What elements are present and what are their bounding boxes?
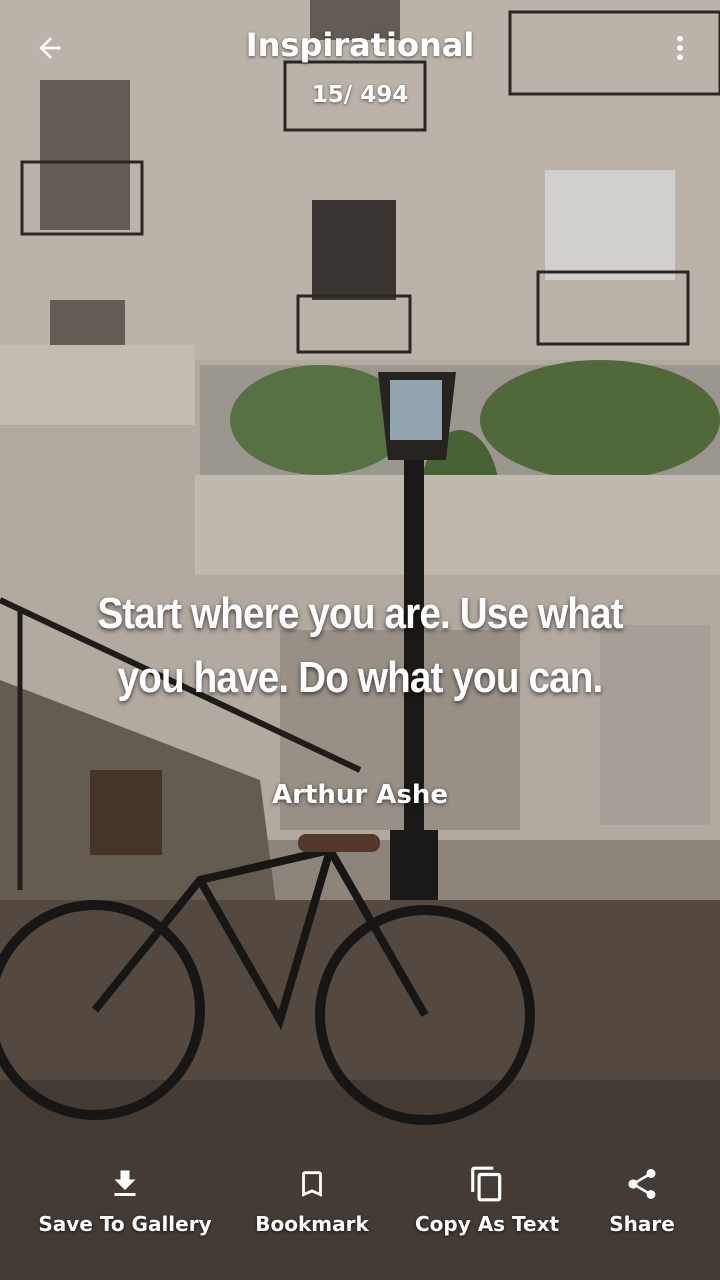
bookmark-button[interactable]: Bookmark — [255, 1160, 369, 1236]
bookmark-label: Bookmark — [255, 1212, 369, 1236]
category-title: Inspirational — [245, 26, 475, 64]
copy-icon — [471, 1166, 502, 1202]
more-options-button[interactable] — [658, 26, 702, 70]
top-bar: Inspirational 15/ 494 — [0, 0, 720, 120]
save-to-gallery-button[interactable]: Save To Gallery — [38, 1160, 212, 1236]
quote-screen: Inspirational 15/ 494 Start where you ar… — [0, 0, 720, 1280]
save-to-gallery-label: Save To Gallery — [38, 1212, 212, 1236]
bookmark-icon — [302, 1171, 322, 1197]
copy-as-text-label: Copy As Text — [414, 1212, 560, 1236]
share-icon — [628, 1169, 656, 1199]
quote-text: Start where you are. Use what you have. … — [97, 589, 623, 702]
share-button[interactable]: Share — [606, 1160, 678, 1236]
quote-counter: 15/ 494 — [311, 82, 409, 108]
more-vertical-icon — [677, 35, 683, 61]
bottom-action-bar: Save To Gallery Bookmark Copy As Text Sh… — [0, 1160, 720, 1260]
download-icon — [114, 1170, 136, 1196]
quote-author: Arthur Ashe — [271, 780, 448, 810]
share-label: Share — [609, 1212, 675, 1236]
copy-as-text-button[interactable]: Copy As Text — [414, 1160, 560, 1236]
